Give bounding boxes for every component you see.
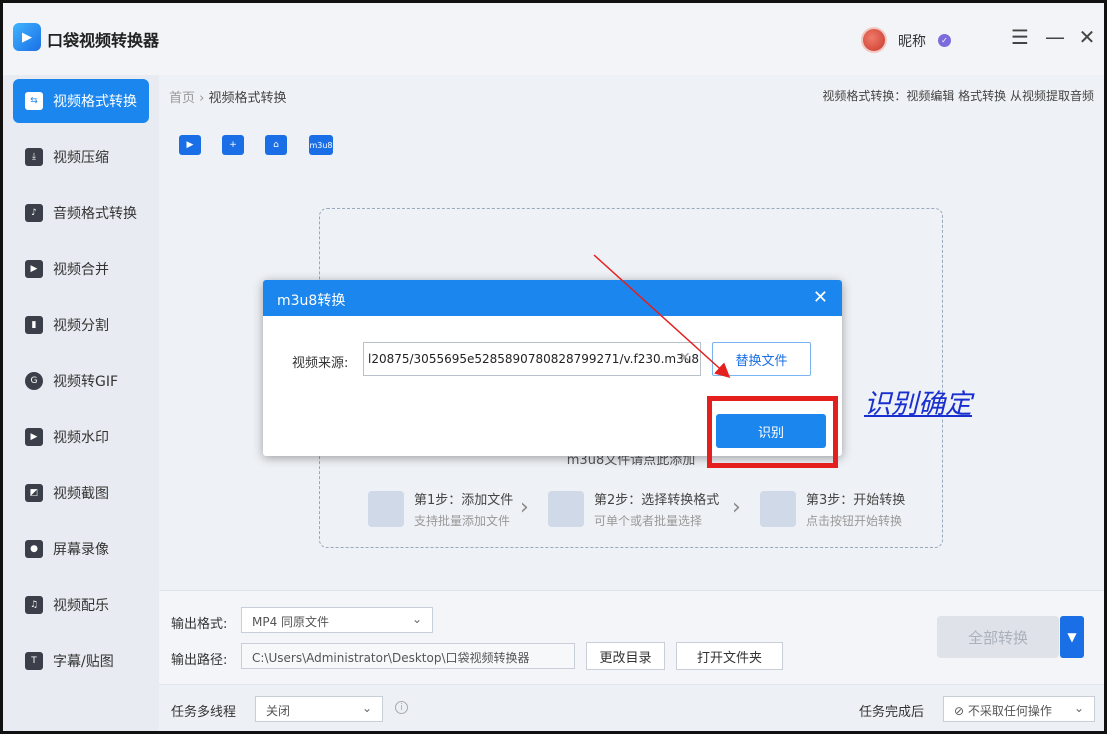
annotation-arrow — [593, 254, 731, 379]
